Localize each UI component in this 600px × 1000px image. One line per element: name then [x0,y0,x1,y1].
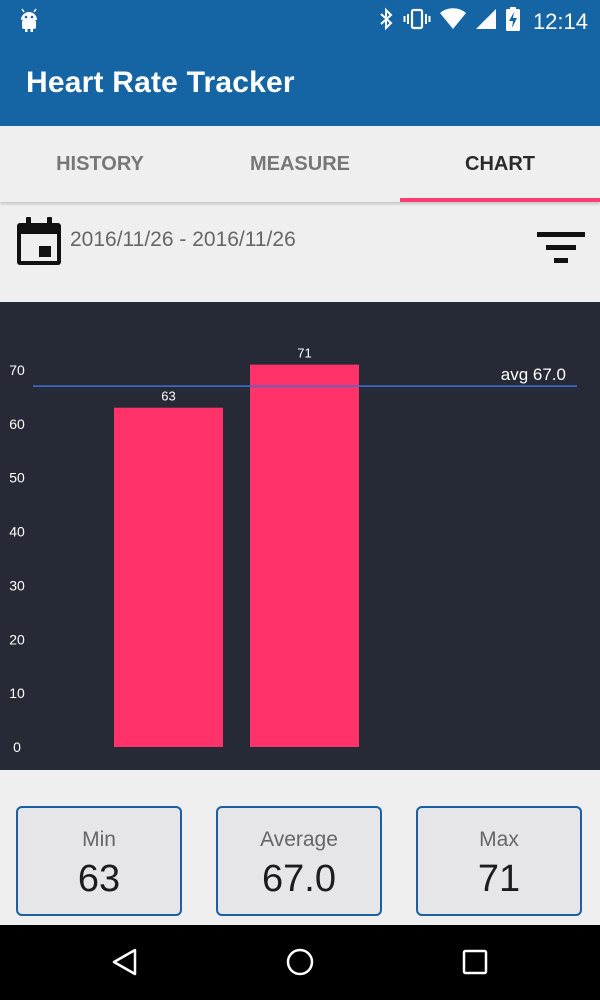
status-bar: 12:14 [0,0,600,40]
y-tick-label: 0 [13,739,21,755]
app-title: Heart Rate Tracker [26,66,295,99]
stat-max-label: Max [479,828,519,851]
app-bar: Heart Rate Tracker [0,40,600,126]
tab-chart[interactable]: CHART [400,126,600,202]
stat-min-label: Min [82,828,116,851]
bluetooth-icon [378,7,394,36]
stat-max-value: 71 [477,858,521,900]
filter-icon[interactable] [537,230,585,271]
average-line-label: avg 67.0 [501,365,566,384]
android-icon [18,7,40,38]
y-tick-label: 10 [9,685,25,701]
stat-average-value: 67.0 [262,858,336,900]
stat-min-card: Min 63 [16,806,182,916]
stat-max-card: Max 71 [416,806,582,916]
system-nav-bar [0,925,600,1000]
tab-measure[interactable]: MEASURE [200,126,400,202]
calendar-icon[interactable] [15,216,63,273]
tab-bar: HISTORY MEASURE CHART [0,126,600,202]
stat-average-card: Average 67.0 [216,806,382,916]
home-icon[interactable] [285,947,315,982]
vibrate-icon [403,7,431,36]
date-range-label[interactable]: 2016/11/26 - 2016/11/26 [70,228,296,252]
y-tick-label: 70 [9,362,25,378]
battery-charging-icon [505,7,520,36]
bar-value-label: 71 [297,346,311,361]
y-tick-label: 50 [9,470,25,486]
chart-bar [114,407,223,747]
chart-canvas: 0 10 20 30 40 50 60 70 63 71 avg 67.0 [9,346,577,755]
back-icon[interactable] [110,947,140,982]
y-tick-label: 60 [9,416,25,432]
tab-history[interactable]: HISTORY [0,126,200,202]
status-icons: 12:14 [378,7,588,36]
stat-average-label: Average [260,828,338,851]
date-filter-row: 2016/11/26 - 2016/11/26 [0,206,600,302]
wifi-icon [439,8,466,35]
bar-value-label: 63 [161,389,175,404]
y-tick-label: 30 [9,577,25,593]
heart-rate-chart: 0 10 20 30 40 50 60 70 63 71 avg 67.0 [0,302,600,770]
stats-row: Min 63 Average 67.0 Max 71 [0,806,600,920]
status-time: 12:14 [532,8,588,34]
recents-icon[interactable] [462,947,488,982]
chart-bar [250,364,359,747]
y-tick-label: 20 [9,631,25,647]
signal-icon [475,8,497,35]
stat-min-value: 63 [77,858,121,900]
y-tick-label: 40 [9,524,25,540]
